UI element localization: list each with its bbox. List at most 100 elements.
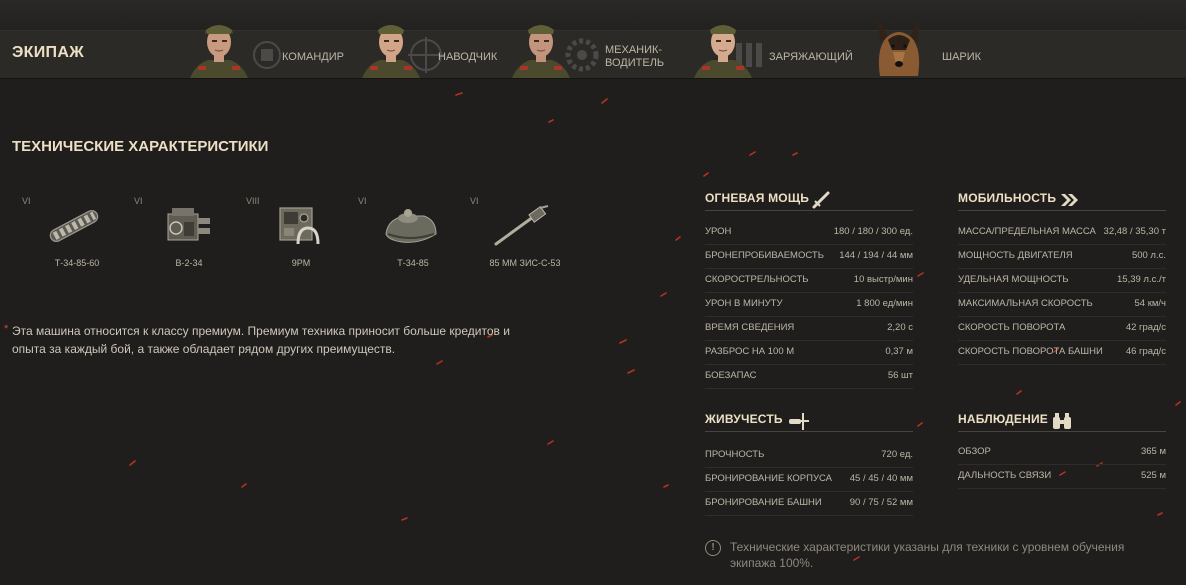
crew-role-label: ЗАРЯЖАЮЩИЙ bbox=[769, 51, 853, 63]
stat-label: УДЕЛЬНАЯ МОЩНОСТЬ bbox=[958, 274, 1069, 285]
stat-row: ДАЛЬНОСТЬ СВЯЗИ 525 м bbox=[958, 465, 1166, 489]
crew-role-label: ШАРИК bbox=[942, 51, 982, 63]
crew-member-loader[interactable]: ЗАРЯЖАЮЩИЙ bbox=[678, 25, 858, 78]
module-name: Т-34-85-60 bbox=[54, 258, 100, 268]
mobility-title: МОБИЛЬНОСТЬ bbox=[958, 191, 1057, 205]
premium-star: * bbox=[4, 323, 9, 335]
stat-row: ПРОЧНОСТЬ 720 ед. bbox=[705, 444, 913, 468]
repair-icon bbox=[789, 413, 809, 430]
firepower-title: ОГНЕВАЯ МОЩЬ bbox=[705, 191, 810, 205]
stat-row: БРОНЕПРОБИВАЕМОСТЬ 144 / 194 / 44 мм bbox=[705, 245, 913, 269]
stat-value: 525 м bbox=[1140, 470, 1166, 481]
stat-value: 42 град/с bbox=[1125, 322, 1166, 333]
gun-icon bbox=[494, 205, 549, 246]
crew-member-gunner[interactable]: НАВОДЧИК bbox=[348, 25, 508, 78]
module-tier: VI bbox=[22, 196, 31, 206]
stat-label: ОБЗОР bbox=[958, 446, 991, 457]
stat-row: БОЕЗАПАС 56 шт bbox=[705, 365, 913, 389]
stat-value: 365 м bbox=[1140, 446, 1166, 457]
footnote-text: Технические характеристики указаны для т… bbox=[730, 540, 1125, 570]
survivability-header: ЖИВУЧЕСТЬ bbox=[705, 411, 913, 432]
module-name: 9РМ bbox=[291, 258, 311, 268]
stat-row: МАССА/ПРЕДЕЛЬНАЯ МАССА 32,48 / 35,30 т bbox=[958, 221, 1166, 245]
commander-portrait bbox=[190, 25, 248, 78]
stat-value: 32,48 / 35,30 т bbox=[1103, 226, 1166, 237]
radio-icon bbox=[279, 207, 320, 245]
stat-row: УРОН 180 / 180 / 300 ед. bbox=[705, 221, 913, 245]
stat-row: МОЩНОСТЬ ДВИГАТЕЛЯ 500 л.с. bbox=[958, 245, 1166, 269]
crew-member-dog[interactable]: ШАРИК bbox=[858, 16, 1038, 78]
stat-row: СКОРОСТЬ ПОВОРОТА 42 град/с bbox=[958, 317, 1166, 341]
loader-portrait bbox=[694, 25, 752, 78]
stat-value: 1 800 ед/мин bbox=[856, 298, 913, 309]
module-tracks[interactable]: VI Т-34-85-60 bbox=[22, 196, 132, 276]
module-turret[interactable]: VI Т-34-85 bbox=[358, 196, 468, 276]
double-chevron-icon bbox=[1061, 194, 1078, 206]
module-tier: VI bbox=[358, 196, 367, 206]
crew-member-driver[interactable]: МЕХАНИК- ВОДИТЕЛЬ bbox=[508, 25, 678, 78]
stat-label: СКОРОСТРЕЛЬНОСТЬ bbox=[705, 274, 809, 285]
stat-row: УРОН В МИНУТУ 1 800 ед/мин bbox=[705, 293, 913, 317]
module-engine[interactable]: VI В-2-34 bbox=[134, 196, 244, 276]
stat-row: ОБЗОР 365 м bbox=[958, 441, 1166, 465]
stat-label: БОЕЗАПАС bbox=[705, 370, 757, 381]
crew-role-label: КОМАНДИР bbox=[282, 51, 344, 63]
module-name: 85 ММ ЗИС-С-53 bbox=[489, 258, 561, 268]
stat-value: 54 км/ч bbox=[1134, 298, 1166, 309]
top-background bbox=[0, 0, 1186, 30]
gunner-portrait bbox=[362, 25, 420, 78]
stat-value: 500 л.с. bbox=[1131, 250, 1166, 261]
stat-value: 56 шт bbox=[887, 370, 913, 381]
crew-bar: ЭКИПАЖ КОМАНДИР НАВОДЧИК МЕХАНИК- ВОДИТЕ… bbox=[0, 16, 1186, 79]
specs-title: ТЕХНИЧЕСКИЕ ХАРАКТЕРИСТИКИ bbox=[12, 138, 269, 155]
stat-value: 10 выстр/мин bbox=[853, 274, 913, 285]
stat-row: МАКСИМАЛЬНАЯ СКОРОСТЬ 54 км/ч bbox=[958, 293, 1166, 317]
stat-value: 15,39 л.с./т bbox=[1117, 274, 1166, 285]
premium-note: * Эта машина относится к классу премиум.… bbox=[4, 322, 532, 358]
stat-row: БРОНИРОВАНИЕ КОРПУСА 45 / 45 / 40 мм bbox=[705, 468, 913, 492]
stat-row: СКОРОСТРЕЛЬНОСТЬ 10 выстр/мин bbox=[705, 269, 913, 293]
crew-role-label-line1: МЕХАНИК- bbox=[605, 44, 663, 56]
survivability-title: ЖИВУЧЕСТЬ bbox=[705, 412, 783, 426]
stat-value: 2,20 с bbox=[887, 322, 913, 333]
module-radio[interactable]: VIII 9РМ bbox=[246, 196, 356, 276]
stat-label: СКОРОСТЬ ПОВОРОТА БАШНИ bbox=[958, 346, 1103, 357]
firepower-header: ОГНЕВАЯ МОЩЬ bbox=[705, 190, 913, 211]
observation-header: НАБЛЮДЕНИЕ bbox=[958, 411, 1166, 432]
module-gun[interactable]: VI 85 ММ ЗИС-С-53 bbox=[470, 196, 580, 276]
stat-value: 0,37 м bbox=[885, 346, 913, 357]
observation-title: НАБЛЮДЕНИЕ bbox=[958, 412, 1049, 426]
stat-label: ПРОЧНОСТЬ bbox=[705, 449, 765, 460]
module-tier: VIII bbox=[246, 196, 260, 206]
crew-role-label-line2: ВОДИТЕЛЬ bbox=[605, 57, 665, 69]
stat-row: УДЕЛЬНАЯ МОЩНОСТЬ 15,39 л.с./т bbox=[958, 269, 1166, 293]
turret-icon bbox=[385, 209, 437, 243]
module-name: Т-34-85 bbox=[397, 258, 429, 268]
stat-value: 180 / 180 / 300 ед. bbox=[833, 226, 913, 237]
stat-row: СКОРОСТЬ ПОВОРОТА БАШНИ 46 град/с bbox=[958, 341, 1166, 365]
stat-value: 45 / 45 / 40 мм bbox=[849, 473, 913, 484]
stat-label: РАЗБРОС НА 100 М bbox=[705, 346, 795, 357]
stat-row: БРОНИРОВАНИЕ БАШНИ 90 / 75 / 52 мм bbox=[705, 492, 913, 516]
info-icon: ! bbox=[705, 540, 721, 556]
crew-title: ЭКИПАЖ bbox=[12, 44, 84, 61]
module-tier: VI bbox=[470, 196, 479, 206]
sword-icon bbox=[812, 191, 830, 209]
stat-label: МАКСИМАЛЬНАЯ СКОРОСТЬ bbox=[958, 298, 1093, 309]
stat-label: УРОН bbox=[705, 226, 732, 237]
stat-label: БРОНЕПРОБИВАЕМОСТЬ bbox=[705, 250, 824, 261]
stat-value: 720 ед. bbox=[881, 449, 913, 460]
stat-label: БРОНИРОВАНИЕ КОРПУСА bbox=[705, 473, 832, 484]
stat-label: МОЩНОСТЬ ДВИГАТЕЛЯ bbox=[958, 250, 1073, 261]
stat-label: ВРЕМЯ СВЕДЕНИЯ bbox=[705, 322, 795, 333]
stat-value: 90 / 75 / 52 мм bbox=[849, 497, 913, 508]
module-tier: VI bbox=[134, 196, 143, 206]
driver-portrait bbox=[512, 25, 570, 78]
module-name: В-2-34 bbox=[175, 258, 203, 268]
stat-row: ВРЕМЯ СВЕДЕНИЯ 2,20 с bbox=[705, 317, 913, 341]
stat-label: МАССА/ПРЕДЕЛЬНАЯ МАССА bbox=[958, 226, 1096, 237]
dog-portrait bbox=[878, 16, 920, 76]
engine-icon bbox=[167, 208, 210, 241]
crew-member-commander[interactable]: КОМАНДИР bbox=[188, 25, 348, 78]
premium-note-text: Эта машина относится к классу премиум. П… bbox=[12, 324, 510, 356]
